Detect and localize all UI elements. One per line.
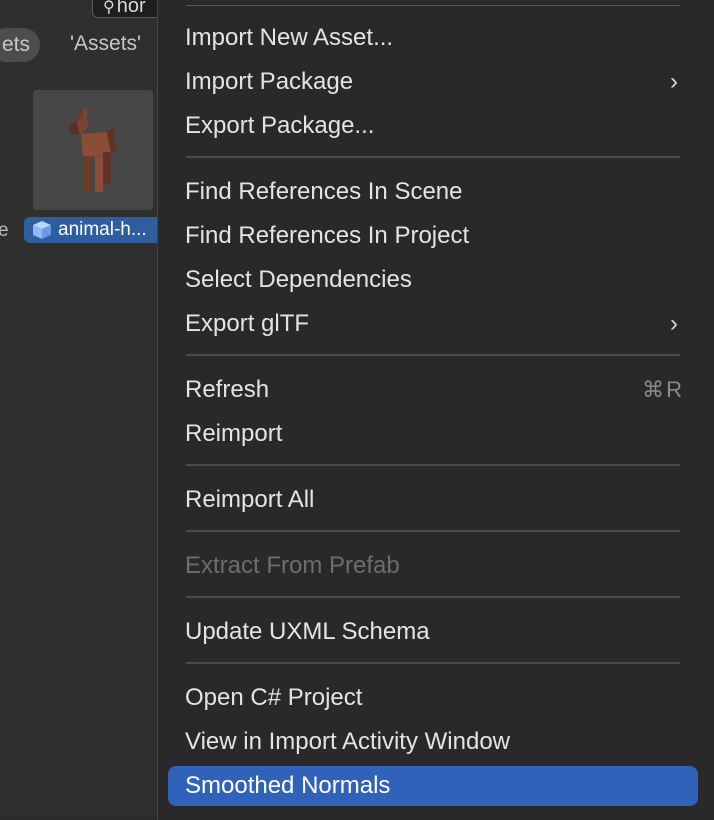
breadcrumb-assets-pill[interactable]: ets [0,28,40,62]
menu-separator [186,464,680,466]
prefab-cube-icon [33,221,51,239]
menu-item-label: Update UXML Schema [185,618,430,645]
search-icon: ⚲ [103,0,115,16]
menu-separator [186,662,680,664]
menu-item-select-dependencies[interactable]: Select Dependencies [168,260,698,300]
asset-thumbnail[interactable] [33,90,153,210]
context-menu: Import New Asset... Import Package › Expo… [157,0,714,820]
menu-item-reimport-all[interactable]: Reimport All [168,480,698,520]
menu-item-open-csharp-project[interactable]: Open C# Project [168,678,698,718]
menu-item-export-gltf[interactable]: Export glTF › [168,304,698,344]
menu-item-find-references-in-project[interactable]: Find References In Project [168,216,698,256]
menu-item-label: Refresh [185,376,270,403]
menu-item-import-new-asset[interactable]: Import New Asset... [168,18,698,58]
menu-item-smoothed-normals[interactable]: Smoothed Normals [168,766,698,806]
menu-item-label: Extract From Prefab [185,552,400,579]
search-text: hor [116,0,146,17]
asset-name-label[interactable]: animal-h... [24,217,174,243]
menu-item-label: Reimport All [185,486,315,513]
chevron-right-icon: › [670,310,678,337]
menu-separator [186,354,680,356]
asset-name-text: animal-h... [58,219,147,240]
menu-item-label: View in Import Activity Window [185,728,510,755]
menu-item-label: Find References In Project [185,222,470,249]
menu-item-label: Export Package... [185,112,375,139]
menu-separator [186,530,680,532]
menu-item-refresh[interactable]: Refresh ⌘R [168,370,698,410]
project-panel: ⚲ hor ets 'Assets' e animal-h... [0,0,174,816]
menu-item-label: Open C# Project [185,684,363,711]
shortcut-label: ⌘R [642,377,684,402]
menu-item-label: Export glTF [185,310,310,337]
menu-separator [186,156,680,158]
menu-item-label: Import Package [185,68,354,95]
menu-separator [186,596,680,598]
horse-model-preview [33,90,153,210]
menu-item-find-references-in-scene[interactable]: Find References In Scene [168,172,698,212]
menu-item-import-package[interactable]: Import Package › [168,62,698,102]
menu-separator [186,5,680,6]
menu-item-reimport[interactable]: Reimport [168,414,698,454]
menu-item-label: Smoothed Normals [185,772,391,799]
menu-item-update-uxml-schema[interactable]: Update UXML Schema [168,612,698,652]
menu-item-extract-from-prefab: Extract From Prefab [168,546,698,586]
menu-item-label: Import New Asset... [185,24,394,51]
menu-item-label: Find References In Scene [185,178,463,205]
menu-item-view-import-activity[interactable]: View in Import Activity Window [168,722,698,762]
menu-item-label: Reimport [185,420,283,447]
menu-item-export-package[interactable]: Export Package... [168,106,698,146]
menu-item-label: Select Dependencies [185,266,412,293]
chevron-right-icon: › [670,68,678,95]
breadcrumb-search-scope[interactable]: 'Assets' [70,32,141,56]
truncated-asset-label: e [0,220,9,241]
